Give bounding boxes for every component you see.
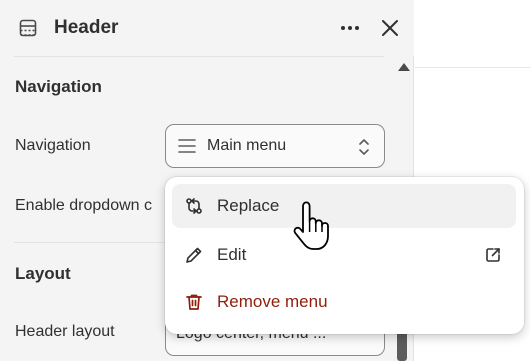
navigation-field-label: Navigation (15, 137, 91, 154)
layout-section-title: Layout (15, 264, 71, 283)
section-layout-icon (18, 18, 38, 38)
enable-dropdown-label: Enable dropdown c (15, 197, 152, 214)
panel-header: Header (0, 0, 414, 56)
replace-label: Replace (217, 196, 280, 215)
more-actions-button[interactable] (336, 14, 366, 42)
pencil-icon (184, 245, 204, 265)
replace-menu-item[interactable]: Replace (172, 184, 516, 228)
hand-pointer-cursor-icon (290, 200, 334, 256)
menu-actions-popover: Replace Edit Remove menu (165, 177, 524, 334)
trash-icon (184, 292, 204, 312)
close-button[interactable] (377, 14, 403, 42)
external-link-icon (484, 246, 502, 264)
edit-menu-item[interactable]: Edit (172, 233, 516, 277)
menu-icon (177, 136, 197, 156)
close-icon (377, 20, 403, 46)
remove-menu-item[interactable]: Remove menu (172, 280, 516, 324)
menu-select[interactable]: Main menu (165, 124, 385, 168)
header-layout-label: Header layout (15, 323, 115, 340)
menu-select-value: Main menu (207, 137, 287, 154)
panel-title: Header (54, 17, 119, 38)
remove-menu-label: Remove menu (217, 292, 328, 311)
edit-label: Edit (217, 245, 247, 264)
scroll-up-arrow-icon[interactable] (397, 60, 411, 72)
preview-divider (415, 67, 530, 68)
navigation-section-title: Navigation (15, 77, 102, 96)
header-divider (14, 56, 384, 57)
more-horizontal-icon (336, 26, 366, 46)
select-chevrons-icon (357, 136, 371, 158)
replace-icon (184, 196, 204, 216)
